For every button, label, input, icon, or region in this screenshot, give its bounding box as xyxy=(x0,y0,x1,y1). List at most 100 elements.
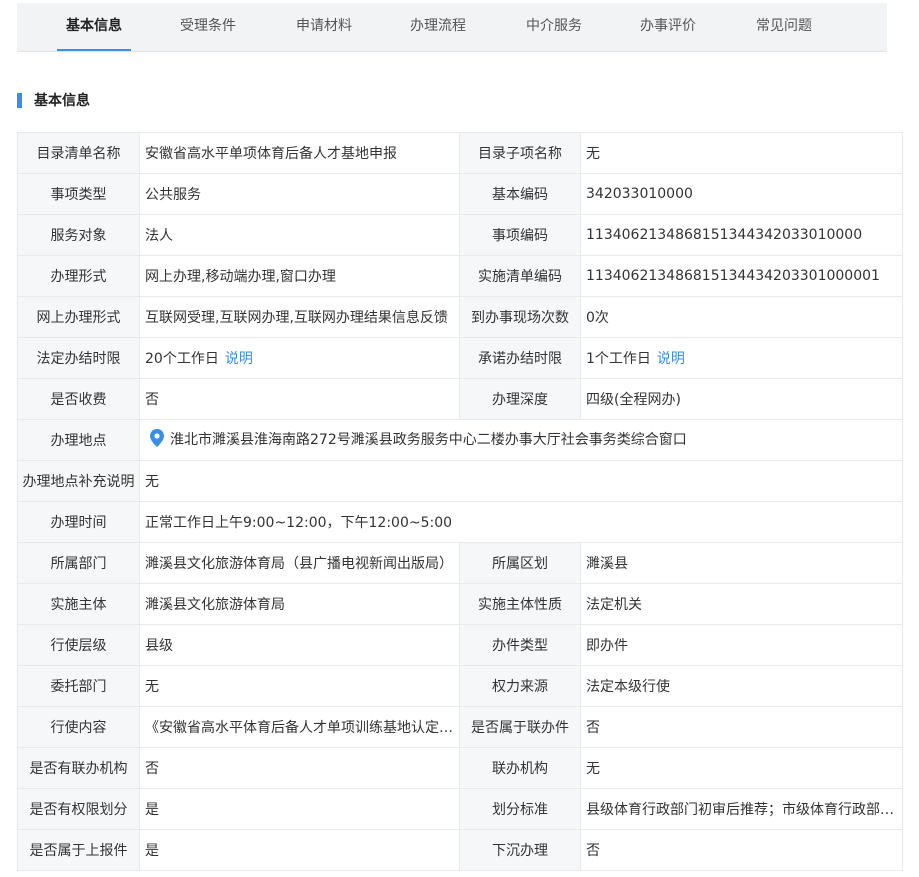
field-label-text: 办理深度 xyxy=(492,392,548,408)
field-value: 无 xyxy=(580,747,903,789)
field-label-text: 行使层级 xyxy=(50,638,107,654)
field-value-text: 否 xyxy=(586,720,600,736)
field-label: 基本编码 xyxy=(459,173,581,215)
table-row: 是否有权限划分 是 划分标准 县级体育行政部门初审后推荐；市级体育行政部… xyxy=(17,788,903,830)
field-value-text: 无 xyxy=(586,146,600,162)
field-value-text: 法定本级行使 xyxy=(586,679,670,695)
field-value-text: 20个工作日 xyxy=(145,351,219,367)
tab-acceptance-conditions[interactable]: 受理条件 xyxy=(180,3,236,52)
field-label: 事项编码 xyxy=(459,214,581,256)
table-row: 是否收费 否 办理深度 四级(全程网办) xyxy=(17,378,903,420)
table-row: 行使内容 《安徽省高水平体育后备人才单项训练基地认定… 是否属于联办件 否 xyxy=(17,706,903,748)
table-row: 办理地点补充说明无 xyxy=(17,460,903,502)
field-value-text: 0次 xyxy=(586,310,609,326)
field-label: 网上办理形式 xyxy=(17,296,140,338)
field-value: 县级 xyxy=(139,624,460,666)
field-value: 《安徽省高水平体育后备人才单项训练基地认定… xyxy=(139,706,460,748)
field-label: 办理时间 xyxy=(17,501,140,543)
field-value-text: 公共服务 xyxy=(145,187,201,203)
field-label: 目录子项名称 xyxy=(459,132,581,174)
field-value-text: 无 xyxy=(145,474,159,490)
explanation-link[interactable]: 说明 xyxy=(657,351,685,367)
field-value: 20个工作日 说明 xyxy=(139,337,460,379)
field-label-text: 划分标准 xyxy=(492,802,548,818)
field-value: 是 xyxy=(139,829,460,871)
field-value-text: 1个工作日 xyxy=(586,351,651,367)
field-value-text: 县级 xyxy=(145,638,173,654)
field-value-text: 11340621348681513443420330100​00 xyxy=(586,227,863,243)
field-value: 互联网受理,互联网办理,互联网办理结果信息反馈 xyxy=(139,296,460,338)
field-value: 无 xyxy=(580,132,903,174)
table-row: 委托部门 无 权力来源 法定本级行使 xyxy=(17,665,903,707)
field-label: 是否收费 xyxy=(17,378,140,420)
field-label-text: 实施主体性质 xyxy=(478,597,562,613)
field-label: 实施主体性质 xyxy=(459,583,581,625)
field-label-text: 所属部门 xyxy=(50,556,107,572)
field-value-text: 县级体育行政部门初审后推荐；市级体育行政部… xyxy=(586,802,894,818)
field-label: 办理形式 xyxy=(17,255,140,297)
tab-faq[interactable]: 常见问题 xyxy=(756,3,812,52)
field-label-text: 办理形式 xyxy=(50,269,107,285)
field-label: 委托部门 xyxy=(17,665,140,707)
field-label: 是否有联办机构 xyxy=(17,747,140,789)
field-label-text: 是否属于上报件 xyxy=(29,843,128,859)
field-value: 淮北市濉溪县淮海南路272号濉溪县政务服务中心二楼办事大厅社会事务类综合窗口 xyxy=(139,419,903,461)
field-value: 濉溪县文化旅游体育局 xyxy=(139,583,460,625)
field-value-text: 法人 xyxy=(145,228,173,244)
field-label-text: 是否有联办机构 xyxy=(29,761,128,777)
field-value-text: 法定机关 xyxy=(586,597,642,613)
table-row: 是否有联办机构 否 联办机构 无 xyxy=(17,747,903,789)
field-value-text: 是 xyxy=(145,843,159,859)
table-row: 法定办结时限 20个工作日 说明 承诺办结时限 1个工作日 说明 xyxy=(17,337,903,379)
field-label: 行使层级 xyxy=(17,624,140,666)
field-value-text: 安徽省高水平单项体育后备人才基地申报 xyxy=(145,146,397,162)
field-value: 否 xyxy=(580,829,903,871)
tab-basic-info[interactable]: 基本信息 xyxy=(57,3,131,52)
field-value: 否 xyxy=(580,706,903,748)
field-value: 0次 xyxy=(580,296,903,338)
field-label: 是否属于联办件 xyxy=(459,706,581,748)
field-value-text: 113406213486815134434203301000001 xyxy=(586,268,880,284)
field-label-text: 目录清单名称 xyxy=(36,146,121,162)
field-label-text: 联办机构 xyxy=(492,761,548,777)
field-label: 所属区划 xyxy=(459,542,581,584)
table-row: 是否属于上报件 是 下沉办理 否 xyxy=(17,829,903,871)
location-pin-icon xyxy=(150,429,164,451)
field-label-text: 下沉办理 xyxy=(492,843,548,859)
field-label-text: 事项类型 xyxy=(50,187,107,203)
field-value: 法人 xyxy=(139,214,460,256)
field-value-text: 《安徽省高水平体育后备人才单项训练基地认定… xyxy=(145,720,453,736)
field-label: 目录清单名称 xyxy=(17,132,140,174)
field-label-text: 基本编码 xyxy=(492,187,548,203)
field-value: 四级(全程网办) xyxy=(580,378,903,420)
field-value: 11340621348681513443420330100​00 xyxy=(580,214,903,256)
field-label-text: 事项编码 xyxy=(492,228,548,244)
field-value: 安徽省高水平单项体育后备人才基地申报 xyxy=(139,132,460,174)
tab-service-evaluation[interactable]: 办事评价 xyxy=(640,3,696,52)
table-row: 办理地点 淮北市濉溪县淮海南路272号濉溪县政务服务中心二楼办事大厅社会事务类综合… xyxy=(17,419,903,461)
tab-application-materials[interactable]: 申请材料 xyxy=(296,3,352,52)
tab-process[interactable]: 办理流程 xyxy=(410,3,466,52)
table-row: 所属部门 濉溪县文化旅游体育局（县广播电视新闻出版局） 所属区划 濉溪县 xyxy=(17,542,903,584)
tab-intermediary-service[interactable]: 中介服务 xyxy=(526,3,582,52)
field-label-text: 是否收费 xyxy=(50,392,107,408)
field-label: 法定办结时限 xyxy=(17,337,140,379)
field-label: 是否属于上报件 xyxy=(17,829,140,871)
explanation-link[interactable]: 说明 xyxy=(225,351,253,367)
field-label: 实施主体 xyxy=(17,583,140,625)
field-value-text: 即办件 xyxy=(586,638,628,654)
field-value: 否 xyxy=(139,747,460,789)
field-value: 县级体育行政部门初审后推荐；市级体育行政部… xyxy=(580,788,903,830)
field-label: 实施清单编码 xyxy=(459,255,581,297)
field-label: 办件类型 xyxy=(459,624,581,666)
field-value: 是 xyxy=(139,788,460,830)
field-value: 法定本级行使 xyxy=(580,665,903,707)
field-label: 行使内容 xyxy=(17,706,140,748)
field-label: 到办事现场次数 xyxy=(459,296,581,338)
field-label-text: 办理地点 xyxy=(50,433,107,449)
field-label: 权力来源 xyxy=(459,665,581,707)
field-label-text: 网上办理形式 xyxy=(36,310,121,326)
field-value: 342033010000 xyxy=(580,173,903,215)
field-label-text: 所属区划 xyxy=(492,556,548,572)
field-label: 承诺办结时限 xyxy=(459,337,581,379)
